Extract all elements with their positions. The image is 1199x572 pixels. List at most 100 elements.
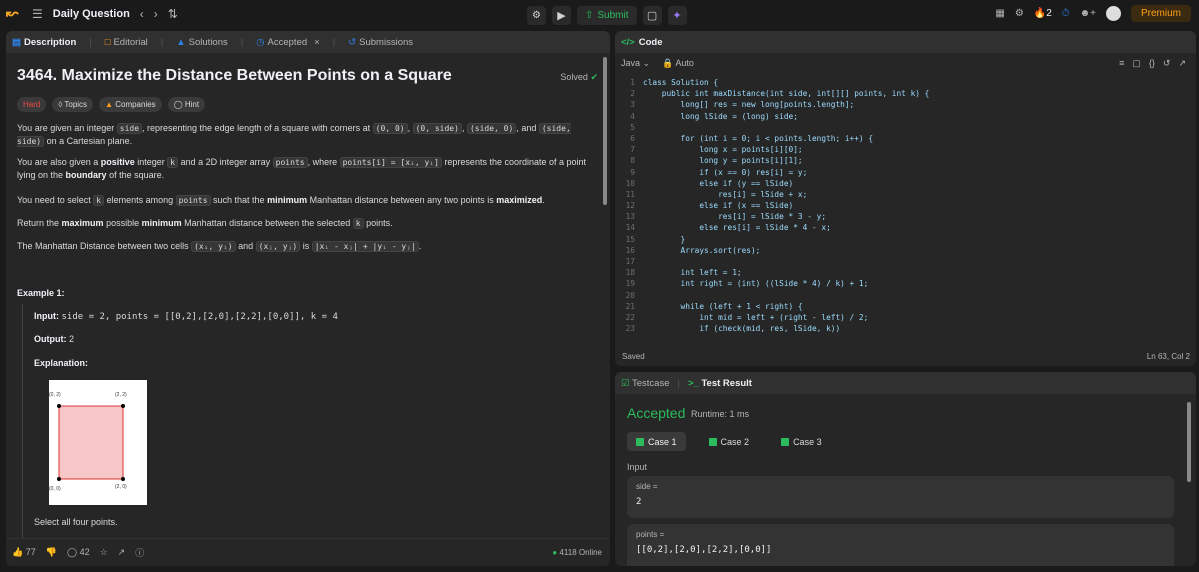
code-line[interactable]: 19 int right = (int) ((lSide * 4) / k) +… bbox=[615, 278, 1196, 289]
code-line[interactable]: 21 while (left + 1 < right) { bbox=[615, 301, 1196, 312]
format-icon[interactable]: ≡ bbox=[1119, 58, 1124, 69]
braces-icon[interactable]: {} bbox=[1149, 58, 1155, 69]
run-button[interactable]: ▶ bbox=[552, 6, 571, 25]
line-text: for (int i = 0; i < points.length; i++) … bbox=[643, 133, 874, 143]
code-panel: </> Code Java ⌄ 🔒 Auto ≡ ▢ {} ↺ ↗ 1 class… bbox=[615, 31, 1196, 366]
clock-icon: ◷ bbox=[256, 36, 265, 48]
code: (0, 0) bbox=[372, 123, 408, 134]
problem-title[interactable]: 3464. Maximize the Distance Between Poin… bbox=[17, 68, 452, 84]
tab-label: Solutions bbox=[188, 36, 228, 48]
code-line[interactable]: 16 Arrays.sort(res); bbox=[615, 245, 1196, 256]
result-scrollbar[interactable] bbox=[1187, 402, 1191, 482]
timer-icon[interactable]: ⏱ bbox=[1062, 8, 1070, 19]
line-text: int right = (int) ((lSide * 4) / k) + 1; bbox=[643, 279, 869, 289]
close-icon[interactable]: × bbox=[314, 37, 320, 48]
point-marker bbox=[121, 404, 125, 408]
language-select[interactable]: Java ⌄ bbox=[621, 58, 650, 69]
case-tab-1[interactable]: Case 1 bbox=[627, 432, 686, 451]
description-scrollbar[interactable] bbox=[603, 57, 607, 205]
comments-button[interactable]: ◯ 42 bbox=[67, 547, 90, 558]
line-text: while (left + 1 < right) { bbox=[643, 301, 803, 311]
hint-tag[interactable]: ◯ Hint bbox=[167, 97, 206, 112]
tab-testcase[interactable]: ☑ Testcase bbox=[621, 378, 670, 389]
leetcode-logo-icon[interactable]: ↜ bbox=[6, 4, 22, 24]
solved-label: Solved bbox=[560, 72, 588, 82]
ai-button[interactable]: ✦ bbox=[667, 6, 687, 25]
help-icon[interactable]: ⓘ bbox=[135, 546, 144, 559]
code-line[interactable]: 13 res[i] = lSide * 3 - y; bbox=[615, 211, 1196, 222]
add-user-icon[interactable]: ☻+ bbox=[1080, 8, 1096, 19]
avatar[interactable] bbox=[1105, 6, 1121, 21]
code-line[interactable]: 20 bbox=[615, 290, 1196, 301]
line-text: if (x == 0) res[i] = y; bbox=[643, 167, 808, 177]
next-problem-icon[interactable]: › bbox=[154, 7, 158, 21]
code: |xᵢ - xⱼ| + |yᵢ - yⱼ| bbox=[311, 241, 419, 252]
tab-solutions[interactable]: ▲ Solutions bbox=[176, 37, 228, 48]
line-number: 18 bbox=[625, 268, 635, 278]
star-icon[interactable]: ☆ bbox=[100, 547, 108, 558]
line-number: 11 bbox=[625, 189, 635, 199]
code-line[interactable]: 7 long x = points[i][0]; bbox=[615, 144, 1196, 155]
settings-icon[interactable]: ⚙ bbox=[1015, 8, 1024, 19]
code-line[interactable]: 2 public int maxDistance(int side, int[]… bbox=[615, 88, 1196, 99]
submit-button[interactable]: ⇧ Submit bbox=[577, 6, 637, 25]
code-line[interactable]: 6 for (int i = 0; i < points.length; i++… bbox=[615, 133, 1196, 144]
code-line[interactable]: 14 else res[i] = lSide * 4 - x; bbox=[615, 222, 1196, 233]
line-text: long x = points[i][0]; bbox=[643, 145, 803, 155]
code-editor[interactable]: 1 class Solution {2 public int maxDistanc… bbox=[615, 77, 1196, 334]
case-tabs: Case 1 Case 2 Case 3 bbox=[627, 432, 831, 451]
code-line[interactable]: 9 if (x == 0) res[i] = y; bbox=[615, 167, 1196, 178]
online-count: ● 4118 Online bbox=[552, 548, 602, 557]
bug-icon: ⚙ bbox=[532, 10, 541, 21]
code-line[interactable]: 11 res[i] = lSide + x; bbox=[615, 189, 1196, 200]
topics-tag[interactable]: ◊ Topics bbox=[52, 97, 94, 112]
cursor-position: Ln 63, Col 2 bbox=[1146, 352, 1190, 361]
tab-test-result[interactable]: >_ Test Result bbox=[688, 378, 752, 389]
code-line[interactable]: 1 class Solution { bbox=[615, 77, 1196, 88]
shuffle-icon[interactable]: ⇅ bbox=[168, 7, 178, 21]
text: , where bbox=[307, 157, 340, 167]
code-toolbar: Java ⌄ 🔒 Auto bbox=[621, 58, 694, 69]
tab-description[interactable]: ▤ Description bbox=[12, 37, 76, 48]
text: and a 2D integer array bbox=[178, 157, 273, 167]
code-line[interactable]: 8 long y = points[i][1]; bbox=[615, 155, 1196, 166]
paragraph-3: You need to select k elements among poin… bbox=[17, 194, 595, 207]
auto-toggle[interactable]: 🔒 Auto bbox=[662, 58, 694, 69]
bookmark-icon[interactable]: ▢ bbox=[1132, 58, 1141, 69]
tab-editorial[interactable]: □ Editorial bbox=[105, 37, 148, 48]
code-line[interactable]: 22 int mid = left + (right - left) / 2; bbox=[615, 312, 1196, 323]
tab-label: Testcase bbox=[632, 377, 670, 389]
code-line[interactable]: 23 if (check(mid, res, lSide, k)) bbox=[615, 323, 1196, 334]
prev-problem-icon[interactable]: ‹ bbox=[140, 7, 144, 21]
dislike-icon[interactable]: 👎 bbox=[46, 547, 57, 558]
expand-icon[interactable]: ↗ bbox=[1178, 58, 1186, 69]
line-number: 8 bbox=[630, 156, 635, 166]
code-line[interactable]: 12 else if (x == lSide) bbox=[615, 200, 1196, 211]
share-icon[interactable]: ↗ bbox=[118, 547, 126, 558]
case-tab-3[interactable]: Case 3 bbox=[772, 432, 831, 451]
premium-button[interactable]: Premium bbox=[1130, 5, 1191, 22]
text: elements among bbox=[104, 195, 176, 205]
tab-submissions[interactable]: ↺ Submissions bbox=[348, 37, 413, 48]
code-line[interactable]: 17 bbox=[615, 256, 1196, 267]
tab-accepted[interactable]: ◷ Accepted × bbox=[256, 37, 319, 48]
list-icon[interactable]: ☰ bbox=[32, 7, 43, 21]
debug-button[interactable]: ⚙ bbox=[527, 6, 546, 25]
case-tab-2[interactable]: Case 2 bbox=[700, 432, 759, 451]
code-line[interactable]: 18 int left = 1; bbox=[615, 267, 1196, 278]
code-line[interactable]: 10 else if (y == lSide) bbox=[615, 178, 1196, 189]
code-line[interactable]: 15 } bbox=[615, 234, 1196, 245]
notes-button[interactable]: ▢ bbox=[642, 6, 662, 25]
code-line[interactable]: 5 bbox=[615, 122, 1196, 133]
streak-badge[interactable]: 🔥2 bbox=[1034, 8, 1052, 19]
like-button[interactable]: 👍 77 bbox=[12, 547, 36, 558]
daily-question-title[interactable]: Daily Question bbox=[53, 8, 130, 20]
code-line[interactable]: 3 long[] res = new long[points.length]; bbox=[615, 99, 1196, 110]
code-line[interactable]: 4 long lSide = (long) side; bbox=[615, 111, 1196, 122]
reset-icon[interactable]: ↺ bbox=[1163, 58, 1171, 69]
notes-icon: ▢ bbox=[646, 10, 658, 22]
tag-icon: ◊ bbox=[58, 100, 63, 109]
text: Return the bbox=[17, 218, 62, 228]
companies-tag[interactable]: ▲ Companies bbox=[99, 97, 162, 112]
layout-icon[interactable]: ▦ bbox=[995, 8, 1004, 19]
